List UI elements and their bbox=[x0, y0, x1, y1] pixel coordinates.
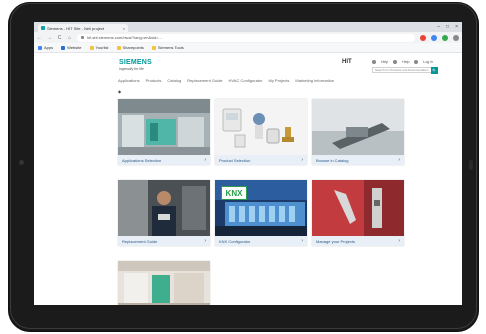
user-icon bbox=[372, 60, 376, 64]
tab-close-icon[interactable]: × bbox=[123, 26, 125, 31]
url-text: hit.sbt.siemens.com/nwa/?lang=en&sid=… bbox=[87, 35, 163, 40]
brand-tagline: Ingenuity for life bbox=[119, 67, 144, 71]
tile-caption: Replacement Guide › bbox=[118, 236, 210, 246]
tile-label: Manage your Projects bbox=[316, 238, 355, 244]
tile-marketing[interactable] bbox=[118, 261, 210, 305]
nav-item-products[interactable]: Products bbox=[146, 78, 162, 83]
nav-item-replacement-guide[interactable]: Replacement Guide bbox=[187, 78, 222, 83]
browser-tab[interactable]: Siemens - HIT Site - Neli project × bbox=[38, 24, 128, 32]
search-icon[interactable]: 🔍 bbox=[431, 67, 438, 74]
extension-icon[interactable] bbox=[420, 34, 426, 41]
bookmark-label: Yourlist bbox=[95, 45, 109, 50]
favicon-icon bbox=[41, 26, 45, 30]
folder-icon bbox=[151, 45, 156, 50]
tile-label: KNX Configurator bbox=[219, 238, 251, 244]
address-bar-row: ← → C ⌂ hit.sbt.siemens.com/nwa/?lang=en… bbox=[34, 32, 462, 43]
tile-image bbox=[118, 99, 210, 155]
tile-browse-in-catalog[interactable]: Browse in Catalog › bbox=[312, 99, 404, 165]
tile-caption: Browse in Catalog › bbox=[312, 155, 404, 165]
browser-tabstrip: Siemens - HIT Site - Neli project × – □ … bbox=[34, 22, 462, 32]
bookmark-label: Sharepoints bbox=[122, 45, 144, 50]
home-button[interactable] bbox=[469, 160, 473, 170]
bookmark-label: Apps bbox=[44, 45, 54, 50]
url-field[interactable]: hit.sbt.siemens.com/nwa/?lang=en&sid=… bbox=[77, 33, 415, 42]
web-page: SIEMENS Ingenuity for life HIT Help Help… bbox=[34, 53, 462, 305]
main-nav: Applications Products Catalog Replacemen… bbox=[118, 78, 334, 83]
tile-label: Browse in Catalog bbox=[316, 157, 349, 163]
knx-badge-text: KNX bbox=[225, 188, 243, 198]
tile-caption: KNX Configurator › bbox=[215, 236, 307, 246]
utility-links: Help Help Log in bbox=[372, 60, 433, 64]
search-placeholder: Search for Products and Documentation bbox=[375, 68, 429, 72]
chevron-right-icon: › bbox=[204, 157, 206, 163]
tile-manage-your-projects[interactable]: Manage your Projects › bbox=[312, 180, 404, 246]
window-controls: – □ × bbox=[437, 22, 462, 32]
tile-caption: Applications Selection › bbox=[118, 155, 210, 165]
tile-caption: Manage your Projects › bbox=[312, 236, 404, 246]
folder-icon bbox=[116, 45, 121, 50]
tile-replacement-guide[interactable]: Replacement Guide › bbox=[118, 180, 210, 246]
tile-label: Product Selection bbox=[219, 157, 251, 163]
search-input[interactable]: Search for Products and Documentation 🔍 bbox=[372, 67, 438, 74]
bookmark-yourlist[interactable]: Yourlist bbox=[89, 45, 109, 50]
nav-item-marketing-information[interactable]: Marketing Information bbox=[295, 78, 334, 83]
minimize-button[interactable]: – bbox=[437, 24, 440, 30]
knx-logo: KNX bbox=[221, 186, 247, 200]
help-icon bbox=[393, 60, 398, 64]
back-button[interactable]: ← bbox=[37, 35, 42, 41]
tile-image bbox=[312, 99, 404, 155]
tile-applications-selection[interactable]: Applications Selection › bbox=[118, 99, 210, 165]
login-link[interactable]: Log in bbox=[423, 60, 433, 64]
forward-button[interactable]: → bbox=[47, 35, 52, 41]
tile-image bbox=[312, 180, 404, 236]
chevron-right-icon: › bbox=[204, 238, 206, 244]
breadcrumb[interactable]: ◆ bbox=[118, 89, 121, 94]
chevron-right-icon: › bbox=[398, 238, 400, 244]
util-link[interactable]: Help bbox=[402, 60, 409, 64]
folder-icon bbox=[89, 45, 94, 50]
login-icon bbox=[414, 60, 419, 64]
chevron-right-icon: › bbox=[398, 157, 400, 163]
nav-item-catalog[interactable]: Catalog bbox=[167, 78, 181, 83]
nav-item-my-projects[interactable]: My Projects bbox=[268, 78, 289, 83]
chevron-right-icon: › bbox=[301, 238, 303, 244]
util-link[interactable]: Help bbox=[381, 60, 388, 64]
nav-item-applications[interactable]: Applications bbox=[118, 78, 140, 83]
tile-label: Replacement Guide bbox=[122, 238, 158, 244]
tile-knx-configurator[interactable]: KNX KNX Configurator › bbox=[215, 180, 307, 246]
nav-item-hvac-configurator[interactable]: HVAC Configurator bbox=[229, 78, 263, 83]
bookmark-apps[interactable]: Apps bbox=[38, 45, 53, 50]
tile-caption: Product Selection › bbox=[215, 155, 307, 165]
reload-button[interactable]: C bbox=[57, 35, 62, 41]
tile-image bbox=[215, 99, 307, 155]
tile-image bbox=[118, 180, 210, 236]
tile-product-selection[interactable]: Product Selection › bbox=[215, 99, 307, 165]
tab-title: Siemens - HIT Site - Neli project bbox=[47, 25, 105, 31]
siemens-logo[interactable]: SIEMENS Ingenuity for life bbox=[119, 59, 152, 71]
extension-icon[interactable] bbox=[431, 34, 437, 41]
apps-icon bbox=[38, 45, 42, 50]
bookmark-siemens-tools[interactable]: Siemens Tools bbox=[151, 45, 184, 50]
home-icon[interactable]: ⌂ bbox=[67, 35, 72, 41]
tablet-screen: Siemens - HIT Site - Neli project × – □ … bbox=[34, 22, 462, 305]
bookmark-label: Siemens Tools bbox=[157, 45, 184, 50]
maximize-button[interactable]: □ bbox=[446, 24, 449, 30]
tile-label: Applications Selection bbox=[122, 157, 162, 163]
app-name: HIT bbox=[342, 59, 352, 65]
chevron-right-icon: › bbox=[301, 157, 303, 163]
lock-icon bbox=[81, 36, 84, 39]
bookmark-icon bbox=[61, 45, 66, 50]
close-window-button[interactable]: × bbox=[455, 24, 458, 30]
tile-image: KNX bbox=[215, 180, 307, 236]
extension-icon[interactable] bbox=[442, 34, 448, 41]
brand-name: SIEMENS bbox=[119, 59, 152, 66]
bookmarks-bar: Apps Website Yourlist Sharepoints Siemen… bbox=[34, 43, 462, 53]
bookmark-website[interactable]: Website bbox=[61, 45, 82, 50]
camera-dot bbox=[19, 160, 24, 165]
profile-avatar[interactable] bbox=[453, 34, 459, 41]
bookmark-label: Website bbox=[67, 45, 82, 50]
bookmark-sharepoints[interactable]: Sharepoints bbox=[116, 45, 144, 50]
tile-image bbox=[118, 261, 210, 305]
